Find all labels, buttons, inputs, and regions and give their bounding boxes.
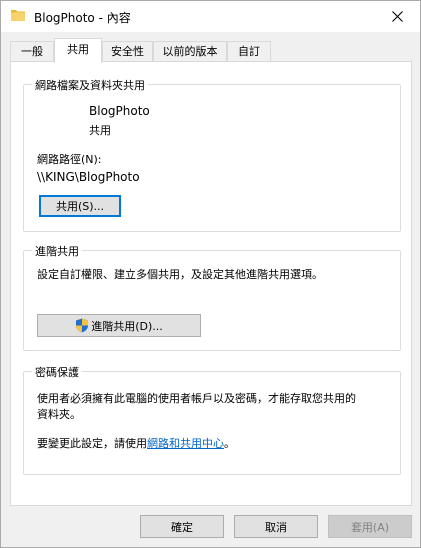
change-setting-prefix: 要變更此設定，請使用 [37, 437, 147, 450]
advanced-sharing-button-label: 進階共用(D)... [91, 319, 163, 333]
tab-customize[interactable]: 自訂 [227, 41, 271, 62]
close-icon [391, 11, 403, 22]
title-bar: BlogPhoto - 內容 [1, 1, 420, 32]
password-protection-group-label: 密碼保護 [32, 364, 82, 380]
folder-icon [11, 10, 25, 21]
advanced-sharing-description: 設定自訂權限、建立多個共用，及設定其他進階共用選項。 [37, 268, 323, 281]
advanced-sharing-group-label: 進階共用 [32, 243, 82, 259]
network-sharing-group-label: 網路檔案及資料夾共用 [32, 77, 148, 93]
password-description-line2: 資料夾。 [37, 408, 81, 421]
change-setting-text: 要變更此設定，請使用網路和共用中心。 [37, 435, 235, 451]
password-description-line1: 使用者必須擁有此電腦的使用者帳戶以及密碼，才能存取您共用的 [37, 392, 356, 405]
tab-general[interactable]: 一般 [10, 41, 54, 62]
share-button[interactable]: 共用(S)... [39, 195, 121, 217]
change-setting-suffix: 。 [224, 437, 235, 450]
network-path-label: 網路路徑(N): [37, 153, 102, 166]
network-sharing-center-link[interactable]: 網路和共用中心 [147, 437, 224, 450]
advanced-sharing-group: 進階共用 設定自訂權限、建立多個共用，及設定其他進階共用選項。 進階共用(D).… [23, 243, 401, 351]
tab-panel-sharing: 網路檔案及資料夾共用 BlogPhoto 共用 網路路徑(N): \\KING\… [10, 61, 412, 506]
uac-shield-icon [76, 318, 89, 333]
tab-previous-versions[interactable]: 以前的版本 [153, 41, 227, 62]
window-title: BlogPhoto - 內容 [34, 11, 131, 25]
ok-button[interactable]: 確定 [140, 515, 224, 538]
network-sharing-group: 網路檔案及資料夾共用 BlogPhoto 共用 網路路徑(N): \\KING\… [23, 77, 401, 232]
tab-security[interactable]: 安全性 [102, 41, 153, 62]
tab-sharing[interactable]: 共用 [54, 38, 102, 63]
folder-name: BlogPhoto [89, 104, 150, 118]
password-protection-group: 密碼保護 使用者必須擁有此電腦的使用者帳戶以及密碼，才能存取您共用的 資料夾。 … [23, 364, 401, 475]
advanced-sharing-button[interactable]: 進階共用(D)... [37, 314, 201, 337]
apply-button[interactable]: 套用(A) [328, 515, 412, 538]
properties-window: BlogPhoto - 內容 一般 共用 安全性 以前的版本 自訂 網路檔案及資… [0, 0, 421, 548]
network-path-value: \\KING\BlogPhoto [37, 170, 140, 184]
share-status: 共用 [89, 124, 111, 137]
close-button[interactable] [374, 1, 420, 32]
cancel-button[interactable]: 取消 [234, 515, 318, 538]
